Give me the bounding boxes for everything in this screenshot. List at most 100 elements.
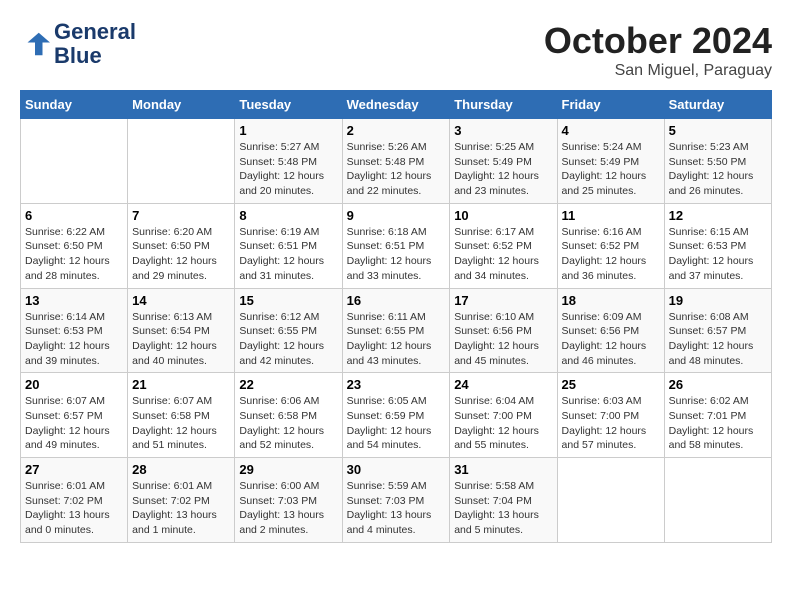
day-number: 27 <box>25 462 123 477</box>
day-number: 7 <box>132 208 230 223</box>
weekday-header-cell: Saturday <box>664 91 771 119</box>
day-info: Sunrise: 6:04 AMSunset: 7:00 PMDaylight:… <box>454 394 552 453</box>
day-number: 9 <box>347 208 446 223</box>
calendar-day-cell: 11 Sunrise: 6:16 AMSunset: 6:52 PMDayligh… <box>557 203 664 288</box>
calendar-day-cell <box>128 119 235 204</box>
calendar-week-row: 20Sunrise: 6:07 AMSunset: 6:57 PMDayligh… <box>21 373 772 458</box>
calendar-day-cell: 29 Sunrise: 6:00 AMSunset: 7:03 PMDayligh… <box>235 458 342 543</box>
calendar-day-cell: 3Sunrise: 5:25 AMSunset: 5:49 PMDaylight… <box>450 119 557 204</box>
weekday-header-row: SundayMondayTuesdayWednesdayThursdayFrid… <box>21 91 772 119</box>
day-number: 28 <box>132 462 230 477</box>
calendar-day-cell: 4 Sunrise: 5:24 AMSunset: 5:49 PMDaylight… <box>557 119 664 204</box>
month-year-title: October 2024 <box>544 20 772 62</box>
day-number: 4 <box>562 123 660 138</box>
calendar-day-cell: 15 Sunrise: 6:12 AMSunset: 6:55 PMDayligh… <box>235 288 342 373</box>
calendar-day-cell: 30Sunrise: 5:59 AMSunset: 7:03 PMDayligh… <box>342 458 450 543</box>
calendar-day-cell: 27 Sunrise: 6:01 AMSunset: 7:02 PMDayligh… <box>21 458 128 543</box>
calendar-day-cell <box>664 458 771 543</box>
day-info: Sunrise: 6:07 AMSunset: 6:58 PMDaylight:… <box>132 394 230 453</box>
day-info: Sunrise: 6:00 AMSunset: 7:03 PMDaylight:… <box>239 479 337 538</box>
day-info: Sunrise: 6:01 AMSunset: 7:02 PMDaylight:… <box>132 479 230 538</box>
day-number: 1 <box>239 123 337 138</box>
day-number: 5 <box>669 123 767 138</box>
calendar-day-cell: 25 Sunrise: 6:03 AMSunset: 7:00 PMDayligh… <box>557 373 664 458</box>
day-number: 18 <box>562 293 660 308</box>
calendar-day-cell: 8 Sunrise: 6:19 AMSunset: 6:51 PMDaylight… <box>235 203 342 288</box>
day-number: 8 <box>239 208 337 223</box>
calendar-day-cell: 28 Sunrise: 6:01 AMSunset: 7:02 PMDayligh… <box>128 458 235 543</box>
day-info: Sunrise: 6:10 AMSunset: 6:56 PMDaylight:… <box>454 310 552 369</box>
calendar-day-cell: 24 Sunrise: 6:04 AMSunset: 7:00 PMDayligh… <box>450 373 557 458</box>
day-info: Sunrise: 6:20 AMSunset: 6:50 PMDaylight:… <box>132 225 230 284</box>
day-info: Sunrise: 6:22 AMSunset: 6:50 PMDaylight:… <box>25 225 123 284</box>
day-info: Sunrise: 6:02 AMSunset: 7:01 PMDaylight:… <box>669 394 767 453</box>
day-number: 6 <box>25 208 123 223</box>
calendar-day-cell: 5 Sunrise: 5:23 AMSunset: 5:50 PMDaylight… <box>664 119 771 204</box>
day-number: 11 <box>562 208 660 223</box>
calendar-day-cell <box>21 119 128 204</box>
calendar-day-cell: 19 Sunrise: 6:08 AMSunset: 6:57 PMDayligh… <box>664 288 771 373</box>
calendar-day-cell: 20Sunrise: 6:07 AMSunset: 6:57 PMDayligh… <box>21 373 128 458</box>
weekday-header-cell: Monday <box>128 91 235 119</box>
calendar-day-cell: 26 Sunrise: 6:02 AMSunset: 7:01 PMDayligh… <box>664 373 771 458</box>
day-number: 21 <box>132 377 230 392</box>
day-info: Sunrise: 6:03 AMSunset: 7:00 PMDaylight:… <box>562 394 660 453</box>
day-info: Sunrise: 6:15 AMSunset: 6:53 PMDaylight:… <box>669 225 767 284</box>
weekday-header-cell: Sunday <box>21 91 128 119</box>
calendar-day-cell: 21 Sunrise: 6:07 AMSunset: 6:58 PMDayligh… <box>128 373 235 458</box>
logo-line1: General <box>54 20 136 44</box>
day-info: Sunrise: 6:19 AMSunset: 6:51 PMDaylight:… <box>239 225 337 284</box>
day-number: 16 <box>347 293 446 308</box>
title-block: October 2024 San Miguel, Paraguay <box>544 20 772 80</box>
day-info: Sunrise: 6:06 AMSunset: 6:58 PMDaylight:… <box>239 394 337 453</box>
calendar-day-cell: 10 Sunrise: 6:17 AMSunset: 6:52 PMDayligh… <box>450 203 557 288</box>
calendar-day-cell: 12 Sunrise: 6:15 AMSunset: 6:53 PMDayligh… <box>664 203 771 288</box>
day-number: 19 <box>669 293 767 308</box>
day-info: Sunrise: 5:27 AMSunset: 5:48 PMDaylight:… <box>239 140 337 199</box>
day-number: 10 <box>454 208 552 223</box>
day-number: 26 <box>669 377 767 392</box>
location-subtitle: San Miguel, Paraguay <box>544 62 772 80</box>
day-info: Sunrise: 6:12 AMSunset: 6:55 PMDaylight:… <box>239 310 337 369</box>
day-number: 2 <box>347 123 446 138</box>
day-number: 13 <box>25 293 123 308</box>
day-number: 29 <box>239 462 337 477</box>
day-number: 23 <box>347 377 446 392</box>
day-info: Sunrise: 6:13 AMSunset: 6:54 PMDaylight:… <box>132 310 230 369</box>
calendar-day-cell: 9 Sunrise: 6:18 AMSunset: 6:51 PMDaylight… <box>342 203 450 288</box>
day-info: Sunrise: 6:17 AMSunset: 6:52 PMDaylight:… <box>454 225 552 284</box>
day-number: 15 <box>239 293 337 308</box>
day-number: 3 <box>454 123 552 138</box>
calendar-week-row: 1 Sunrise: 5:27 AMSunset: 5:48 PMDaylight… <box>21 119 772 204</box>
calendar-day-cell: 22 Sunrise: 6:06 AMSunset: 6:58 PMDayligh… <box>235 373 342 458</box>
calendar-day-cell: 7 Sunrise: 6:20 AMSunset: 6:50 PMDaylight… <box>128 203 235 288</box>
day-info: Sunrise: 6:18 AMSunset: 6:51 PMDaylight:… <box>347 225 446 284</box>
day-info: Sunrise: 5:24 AMSunset: 5:49 PMDaylight:… <box>562 140 660 199</box>
calendar-day-cell: 14 Sunrise: 6:13 AMSunset: 6:54 PMDayligh… <box>128 288 235 373</box>
calendar-day-cell <box>557 458 664 543</box>
weekday-header-cell: Thursday <box>450 91 557 119</box>
calendar-header: SundayMondayTuesdayWednesdayThursdayFrid… <box>21 91 772 119</box>
weekday-header-cell: Tuesday <box>235 91 342 119</box>
day-info: Sunrise: 6:16 AMSunset: 6:52 PMDaylight:… <box>562 225 660 284</box>
logo-icon <box>20 29 50 59</box>
calendar-day-cell: 16Sunrise: 6:11 AMSunset: 6:55 PMDayligh… <box>342 288 450 373</box>
day-number: 12 <box>669 208 767 223</box>
day-info: Sunrise: 6:01 AMSunset: 7:02 PMDaylight:… <box>25 479 123 538</box>
day-number: 25 <box>562 377 660 392</box>
weekday-header-cell: Friday <box>557 91 664 119</box>
calendar-day-cell: 13 Sunrise: 6:14 AMSunset: 6:53 PMDayligh… <box>21 288 128 373</box>
day-info: Sunrise: 6:08 AMSunset: 6:57 PMDaylight:… <box>669 310 767 369</box>
calendar-day-cell: 17Sunrise: 6:10 AMSunset: 6:56 PMDayligh… <box>450 288 557 373</box>
day-number: 22 <box>239 377 337 392</box>
day-number: 31 <box>454 462 552 477</box>
day-number: 14 <box>132 293 230 308</box>
day-info: Sunrise: 6:07 AMSunset: 6:57 PMDaylight:… <box>25 394 123 453</box>
day-info: Sunrise: 6:14 AMSunset: 6:53 PMDaylight:… <box>25 310 123 369</box>
day-info: Sunrise: 6:09 AMSunset: 6:56 PMDaylight:… <box>562 310 660 369</box>
day-number: 24 <box>454 377 552 392</box>
weekday-header-cell: Wednesday <box>342 91 450 119</box>
calendar-week-row: 13 Sunrise: 6:14 AMSunset: 6:53 PMDayligh… <box>21 288 772 373</box>
day-info: Sunrise: 5:23 AMSunset: 5:50 PMDaylight:… <box>669 140 767 199</box>
calendar-day-cell: 31Sunrise: 5:58 AMSunset: 7:04 PMDayligh… <box>450 458 557 543</box>
